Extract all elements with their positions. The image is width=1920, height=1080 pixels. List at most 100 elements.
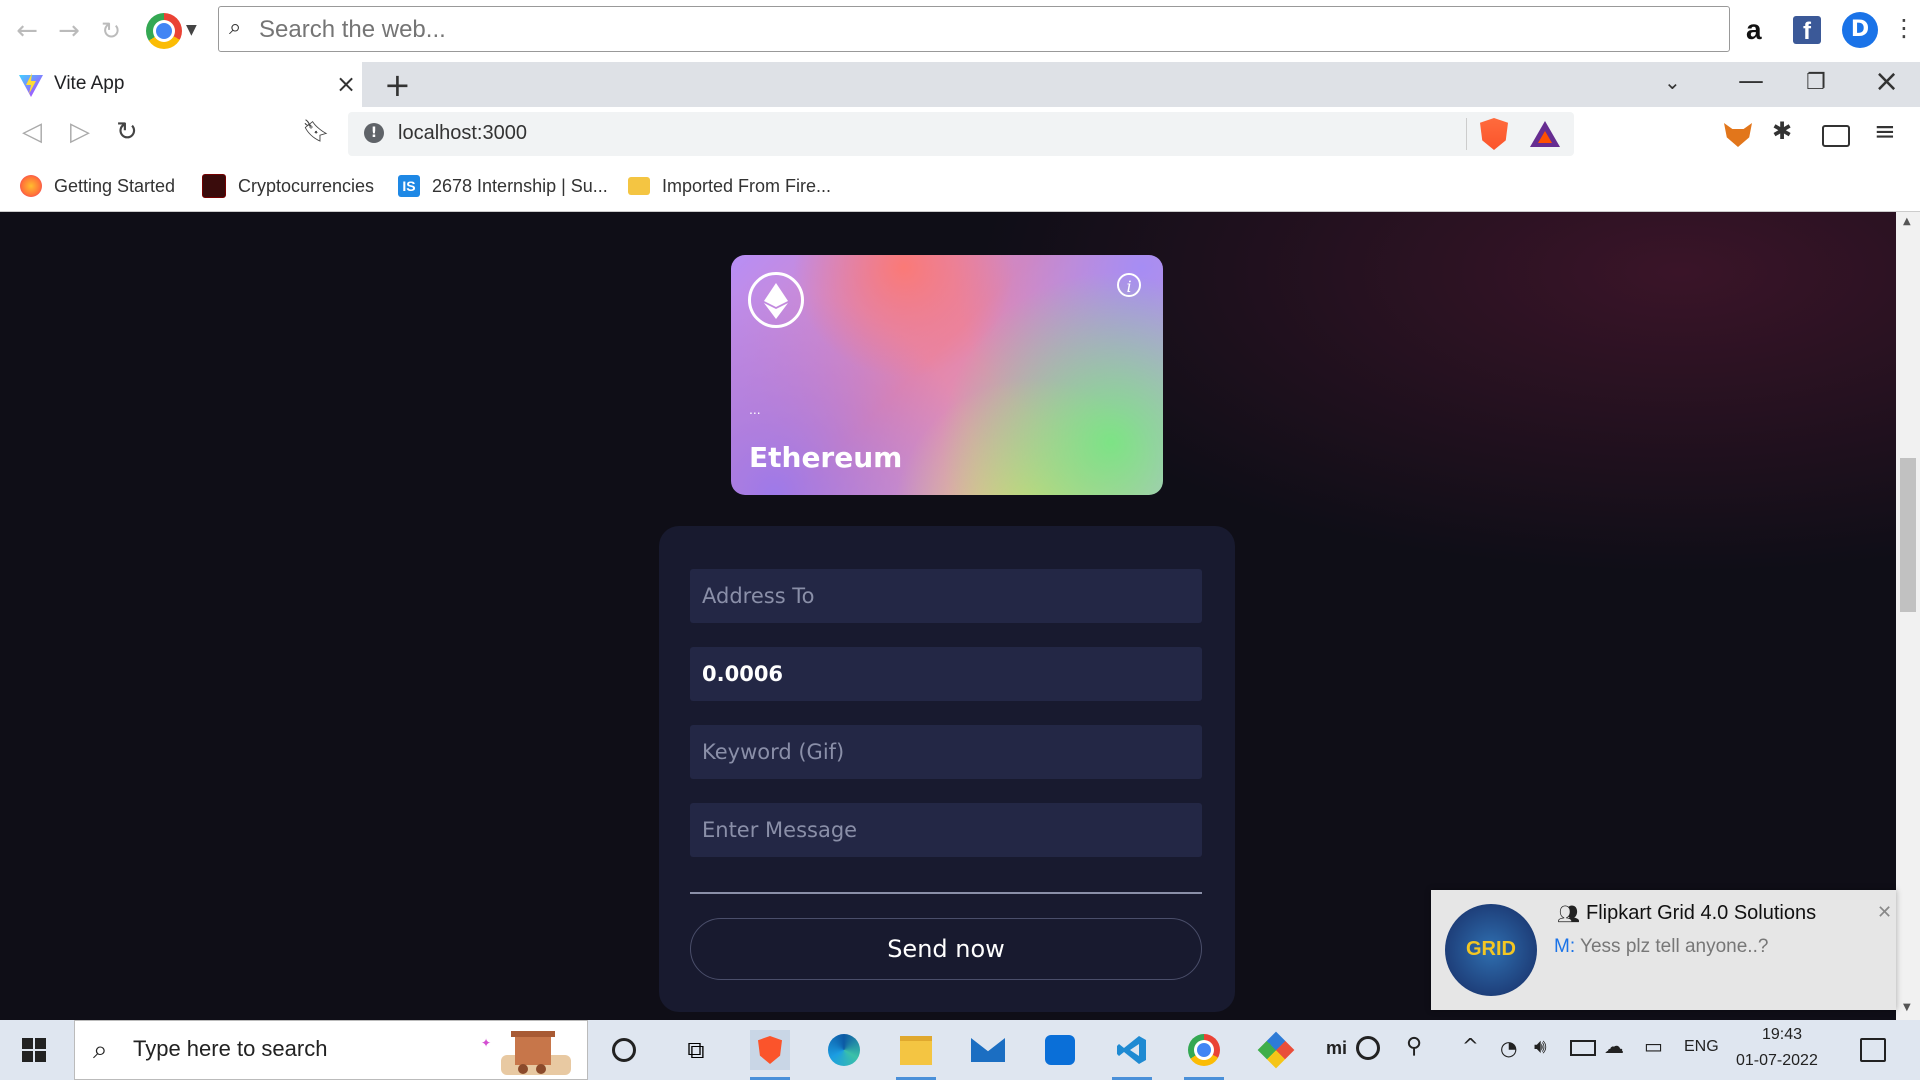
tab-search-chevron-icon[interactable]: ⌄ xyxy=(1664,70,1681,94)
bookmark-label: 2678 Internship | Su... xyxy=(432,175,608,196)
forward-icon[interactable]: ▷ xyxy=(70,117,90,147)
wallet-address: ... xyxy=(749,401,761,417)
vscode-icon[interactable] xyxy=(1112,1030,1152,1080)
more-options-icon[interactable]: ⋮ xyxy=(1892,14,1916,42)
page-scrollbar[interactable]: ▲ ▼ xyxy=(1896,212,1920,1020)
reload-icon[interactable]: ↻ xyxy=(94,14,128,48)
close-icon[interactable]: ✕ xyxy=(1877,902,1892,923)
chrome-taskbar-icon[interactable] xyxy=(1184,1030,1224,1080)
meet-now-icon[interactable]: ▭ xyxy=(1644,1034,1663,1058)
firefox-icon xyxy=(20,175,42,197)
search-highlight-illustration-icon: ✦ xyxy=(481,1031,571,1075)
web-search-box[interactable]: ⌕ xyxy=(218,6,1730,52)
ethereum-logo-circle xyxy=(748,272,804,328)
people-icon[interactable]: ⚲ xyxy=(1406,1034,1422,1059)
azure-data-studio-icon[interactable] xyxy=(1040,1030,1080,1070)
info-icon[interactable]: i xyxy=(1117,273,1141,297)
chevron-up-icon[interactable]: ^ xyxy=(1462,1034,1479,1058)
new-tab-icon[interactable]: + xyxy=(384,66,411,104)
vite-icon xyxy=(19,73,43,97)
brave-rewards-icon[interactable] xyxy=(1530,121,1560,147)
form-divider xyxy=(690,892,1202,894)
bookmark-internship[interactable]: IS 2678 Internship | Su... xyxy=(398,172,608,200)
cortana-icon[interactable] xyxy=(604,1030,644,1070)
clock-time[interactable]: 19:43 xyxy=(1762,1026,1802,1044)
windows-start-icon[interactable] xyxy=(22,1038,46,1062)
scroll-thumb[interactable] xyxy=(1900,458,1916,612)
edge-icon[interactable] xyxy=(824,1030,864,1070)
bookmark-imported-folder[interactable]: Imported From Fire... xyxy=(628,172,831,200)
tab-vite-app[interactable]: Vite App × xyxy=(0,62,362,107)
battery-icon[interactable] xyxy=(1570,1040,1596,1056)
brave-taskbar-icon[interactable] xyxy=(750,1030,790,1080)
restore-icon[interactable]: ❐ xyxy=(1806,70,1826,95)
close-icon[interactable]: × xyxy=(336,70,356,98)
message-text: Yess plz tell anyone..? xyxy=(1575,936,1769,957)
task-view-icon[interactable]: ⧉ xyxy=(676,1030,716,1070)
url-text[interactable]: localhost:3000 xyxy=(398,122,527,145)
send-now-button[interactable]: Send now xyxy=(690,918,1202,980)
message-sender: M: xyxy=(1554,936,1576,957)
brave-shields-icon[interactable] xyxy=(1480,118,1508,150)
minimize-icon[interactable]: — xyxy=(1738,66,1764,96)
taskbar-search[interactable]: ⌕ Type here to search ✦ xyxy=(74,1020,588,1080)
forward-icon[interactable]: → xyxy=(52,14,86,48)
group-avatar: GRID xyxy=(1445,904,1537,996)
taskbar: ⌕ Type here to search ✦ ⧉ mi ⚲ ^ ◔ 🔊︎ ☁ … xyxy=(0,1020,1920,1080)
tab-title: Vite App xyxy=(54,73,125,94)
reload-icon[interactable]: ↻ xyxy=(116,117,138,147)
hamburger-menu-icon[interactable]: ≡ xyxy=(1874,117,1896,147)
clock-date[interactable]: 01-07-2022 xyxy=(1736,1052,1818,1070)
top-toolbar: ← → ↻ ▼ ⌕ a f D ⋮ xyxy=(0,0,1920,62)
bookmark-icon[interactable]: 🔖︎ xyxy=(302,119,330,144)
facebook-icon[interactable]: f xyxy=(1793,16,1821,45)
chevron-down-icon[interactable]: ▼ xyxy=(186,22,197,38)
bookmark-cryptocurrencies[interactable]: Cryptocurrencies xyxy=(202,172,374,200)
message-input[interactable] xyxy=(690,803,1202,857)
metamask-icon[interactable] xyxy=(1724,123,1752,147)
window-close-icon[interactable]: × xyxy=(1874,64,1899,99)
scroll-up-arrow-icon[interactable]: ▲ xyxy=(1903,216,1911,227)
mi-icon[interactable]: mi xyxy=(1326,1038,1347,1059)
url-bar[interactable]: ! localhost:3000 xyxy=(348,112,1574,156)
notification-toast[interactable]: GRID 👥︎ Flipkart Grid 4.0 Solutions M: Y… xyxy=(1431,890,1896,1010)
folder-icon xyxy=(628,177,650,195)
onedrive-icon[interactable]: ☁ xyxy=(1604,1034,1624,1058)
volume-icon[interactable]: 🔊︎ xyxy=(1534,1034,1547,1058)
bookmark-label: Imported From Fire... xyxy=(662,175,832,196)
card-title: Ethereum xyxy=(749,441,903,474)
ethereum-icon xyxy=(764,283,788,319)
crypto-icon xyxy=(202,174,226,198)
back-icon[interactable]: ← xyxy=(10,14,44,48)
action-center-icon[interactable] xyxy=(1860,1038,1886,1062)
group-icon: 👥︎ xyxy=(1557,904,1580,925)
divider xyxy=(1466,118,1467,150)
amount-input[interactable] xyxy=(690,647,1202,701)
is-icon: IS xyxy=(398,175,420,197)
site-info-icon[interactable]: ! xyxy=(364,123,384,143)
extensions-icon[interactable]: ✱ xyxy=(1772,117,1792,145)
wallet-icon[interactable] xyxy=(1822,125,1850,147)
svg-text:✦: ✦ xyxy=(481,1036,491,1050)
mail-icon[interactable] xyxy=(968,1030,1008,1070)
input-language[interactable]: ENG xyxy=(1684,1038,1719,1056)
amazon-icon[interactable]: a xyxy=(1746,14,1762,46)
send-form-panel: Send now xyxy=(659,526,1235,1012)
scroll-down-arrow-icon[interactable]: ▼ xyxy=(1903,1002,1911,1013)
bookmark-getting-started[interactable]: Getting Started xyxy=(20,172,175,200)
git-tool-icon[interactable] xyxy=(1256,1030,1296,1070)
bookmarks-bar: Getting Started Cryptocurrencies IS 2678… xyxy=(0,163,1920,212)
profile-avatar[interactable]: D xyxy=(1842,12,1878,48)
web-search-input[interactable] xyxy=(257,13,1661,47)
avatar-logo-text: GRID xyxy=(1466,938,1516,960)
back-icon[interactable]: ◁ xyxy=(22,117,42,147)
keyword-gif-input[interactable] xyxy=(690,725,1202,779)
wifi-icon[interactable]: ◔ xyxy=(1500,1036,1517,1060)
search-icon: ⌕ xyxy=(93,1035,108,1065)
bookmark-label: Getting Started xyxy=(54,175,176,196)
address-to-input[interactable] xyxy=(690,569,1202,623)
sync-icon[interactable] xyxy=(1356,1036,1380,1060)
chrome-icon[interactable] xyxy=(146,13,182,49)
file-explorer-icon[interactable] xyxy=(896,1030,936,1080)
search-icon: ⌕ xyxy=(229,15,242,40)
